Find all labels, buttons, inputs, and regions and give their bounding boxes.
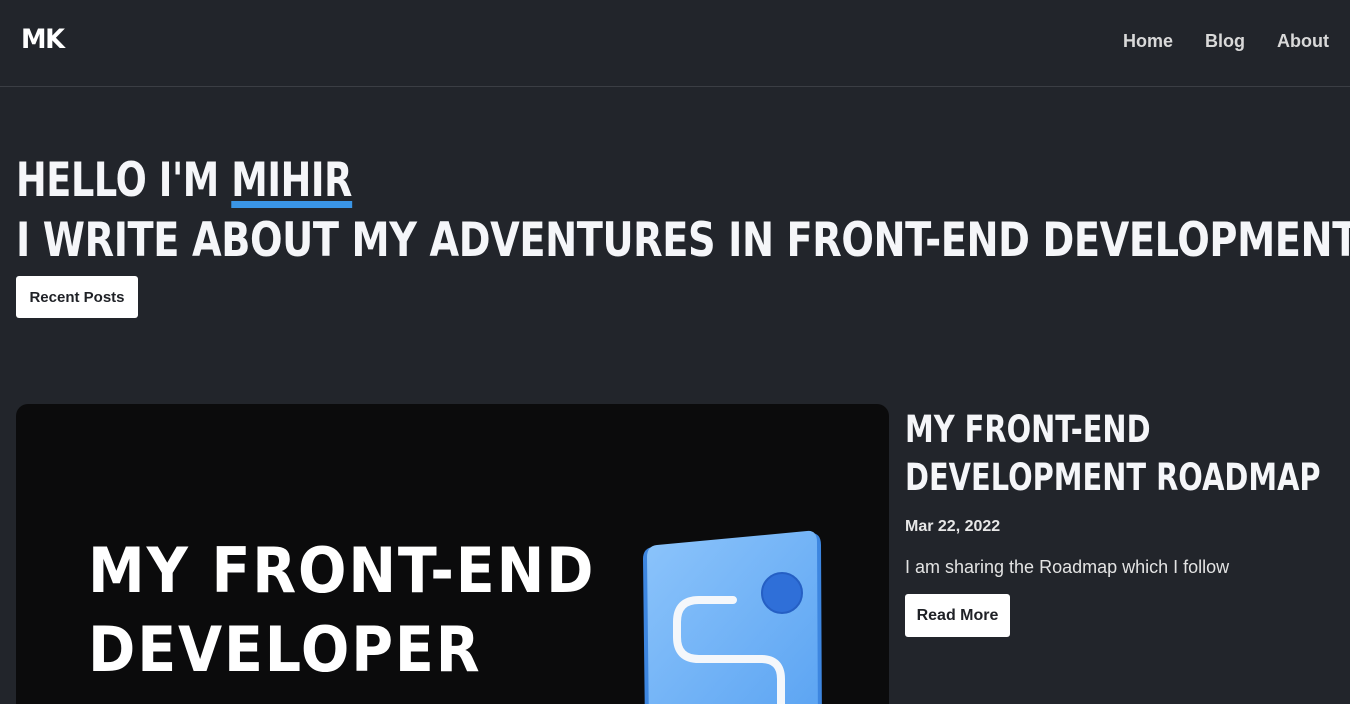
hero-tagline: I WRITE ABOUT MY ADVENTURES IN FRONT-END… xyxy=(16,213,1350,268)
hero-greeting: HELLO I'M MIHIR xyxy=(16,157,352,208)
nav-link-about[interactable]: About xyxy=(1277,31,1329,52)
name-underline xyxy=(231,201,353,208)
nav-link-blog[interactable]: Blog xyxy=(1205,31,1245,52)
navbar: MK Home Blog About xyxy=(0,0,1350,87)
post-title-line-1[interactable]: MY FRONT-END xyxy=(905,411,1151,448)
cover-text-line-1: MY FRONT-END xyxy=(88,534,596,607)
cover-text-line-2: DEVELOPER xyxy=(88,613,482,686)
post-date: Mar 22, 2022 xyxy=(905,518,1001,535)
recent-posts-button[interactable]: Recent Posts xyxy=(16,276,138,318)
post-excerpt: I am sharing the Roadmap which I follow xyxy=(905,557,1230,577)
nav-links: Home Blog About xyxy=(1123,31,1329,52)
hero-name: MIHIR xyxy=(231,157,352,208)
roadmap-path-icon xyxy=(643,530,822,704)
post-title-line-2[interactable]: DEVELOPMENT ROADMAP xyxy=(905,459,1321,496)
nav-link-home[interactable]: Home xyxy=(1123,31,1173,52)
post-cover-image[interactable]: MY FRONT-END DEVELOPER xyxy=(16,404,889,704)
hero-greeting-prefix: HELLO I'M xyxy=(16,153,232,208)
site-logo[interactable]: MK xyxy=(21,24,65,55)
read-more-button[interactable]: Read More xyxy=(905,594,1010,637)
hero-name-text: MIHIR xyxy=(231,153,353,208)
